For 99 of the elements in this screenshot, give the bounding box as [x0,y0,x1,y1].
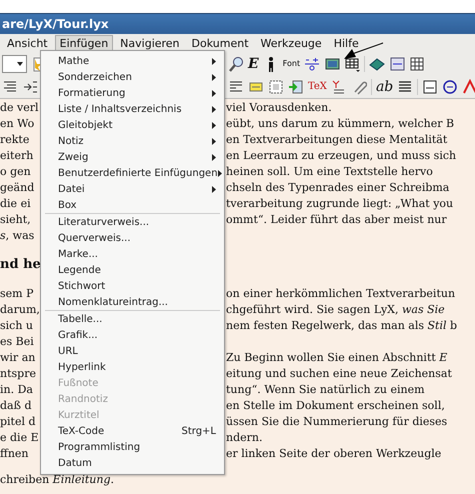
text-line: nem festen Regelwerk, das man als Stil b [226,318,458,334]
text-line: daß d [0,398,32,414]
text-line: on einer herkömmlichen Textverarbeitun [226,286,456,302]
toolbar-button[interactable]: Font [282,56,300,72]
submenu-arrow-icon [212,138,216,144]
text-line: darum, [0,302,40,318]
menu-item[interactable]: Literaturverweis... [41,214,224,230]
menu-item[interactable]: Nomenklatureintrag... [41,294,224,310]
menu-item[interactable]: Tabelle... [41,311,224,327]
menu-item[interactable]: Notiz [41,133,224,149]
grid-icon[interactable] [409,56,426,72]
text-line: üssen Sie die Nummerierung für dieses [226,414,448,430]
menu-item[interactable]: Gleitobjekt [41,117,224,133]
menu-item[interactable]: Hyperlink [41,359,224,375]
text-line: geänd [0,180,36,196]
heading: nd he [0,256,40,274]
submenu-arrow-icon [212,186,216,192]
text-line: eübt, uns darum zu kümmern, welcher B [226,116,456,132]
menu-item[interactable]: URL [41,343,224,359]
formula-box-icon[interactable] [389,56,406,72]
toolbar-button[interactable]: E [248,56,259,72]
text-line: die ei [0,196,32,212]
text-line: en Textverarbeitungen diese Mentalität [226,132,448,148]
text-line: chseln des Typenrades einer Schreibma [226,180,450,196]
text-line: e die E [0,430,40,446]
text-line: viel Vorausdenken. [226,100,333,116]
submenu-arrow-icon [212,106,216,112]
menu-item[interactable]: Ansicht [2,34,53,52]
menu-item[interactable]: Marke... [41,246,224,262]
caret-icon [17,62,23,66]
menu-item[interactable]: Einfügen [54,34,114,52]
text-line: en Wo [0,116,36,132]
text-line: chreiben Einleitung. [0,473,114,486]
menu-item[interactable]: Werkzeuge [256,34,327,52]
text-line: Zu Beginn wollen Sie einen Abschnitt E [226,350,448,366]
text-line: o gen [0,164,32,180]
submenu-arrow-icon [218,170,222,176]
box-icon[interactable] [268,78,284,94]
menu-item[interactable]: Dokument [186,34,254,52]
menu-item[interactable]: Hilfe [328,34,364,52]
menu-item[interactable]: Liste / Inhaltsverzeichnis [41,101,224,117]
menu-item[interactable]: Stichwort [41,278,224,294]
text-line: tverarbeitung zugrunde liegt: „What you [226,196,454,212]
submenu-arrow-icon [212,122,216,128]
menu-item[interactable]: Legende [41,262,224,278]
text-line: ffnen [0,446,30,462]
toolbar-button[interactable]: ab [376,78,394,94]
insert-icon[interactable] [288,78,304,94]
text-line: ommt“. Leider führt das aber meist nur [226,212,448,228]
menu-item[interactable]: Sonderzeichen [41,69,224,85]
submenu-arrow-icon [212,154,216,160]
menu-item[interactable]: TeX-Code Strg+L [41,423,224,439]
menu-item[interactable]: Formatierung [41,85,224,101]
window-title: are/LyX/Tour.lyx [2,17,109,31]
text-line: ntspre [0,366,37,382]
text-line: eitung und suchen eine neue Zeichensat [226,366,453,382]
text-line: en Stelle im Dokument erscheinen soll, [226,398,446,414]
list-icon[interactable] [2,78,18,94]
menu-item[interactable]: Benutzerdefinierte Einfügungen [41,165,224,181]
menu-item[interactable]: Programmlisting [41,439,224,455]
text-line: de verl [0,100,40,116]
text-line: wir an [0,350,36,366]
image-icon[interactable] [324,56,340,72]
submenu-arrow-icon [212,74,216,80]
text-line: sich u [0,318,34,334]
toolbar-button[interactable]: TeX [308,78,327,94]
text-line: heinen soll. Um eine Textstelle hervo [226,164,434,180]
frame-icon[interactable] [422,78,438,94]
circle-icon[interactable] [442,78,458,94]
text-line: pitel d [0,414,37,430]
menu-item[interactable]: Grafik... [41,327,224,343]
menu-item[interactable]: Querverweis... [41,230,224,246]
text-line: chgeführt wird. Sie sagen LyX, was Sie [226,302,446,318]
menu-item[interactable]: Zweig [41,149,224,165]
indent-icon[interactable] [22,78,38,94]
menu-item[interactable]: Navigieren [115,34,185,52]
lines-icon[interactable] [397,78,414,94]
table-icon[interactable] [344,56,360,72]
menu-item[interactable]: Box [41,197,224,213]
text-line: eiterh [0,148,34,164]
text-line: s, was [0,228,36,244]
text-line: er linken Seite der oberen Werkzeugle [226,446,442,462]
text-line: sem P [0,286,34,302]
menu-item[interactable]: Datei [41,181,224,197]
text-line: es Bei [0,334,35,350]
menu-item[interactable]: Datum [41,455,224,471]
text-line: rekte [0,132,30,148]
submenu-arrow-icon [212,58,216,64]
text-line: tung“. Wenn Sie natürlich zu einem [226,382,426,398]
font-combo-box[interactable] [2,54,27,72]
text-line: sieht, [0,212,32,228]
align-icon[interactable] [228,78,244,94]
menu-item[interactable]: Mathe [41,53,224,69]
text-line: ndern. [226,430,264,446]
fraction-icon[interactable] [304,56,320,72]
text-line: in. Da [0,382,34,398]
submenu-arrow-icon [212,90,216,96]
search-icon[interactable] [228,56,244,72]
text-line: en Leerraum zu erzeugen, und muss sich [226,148,458,164]
